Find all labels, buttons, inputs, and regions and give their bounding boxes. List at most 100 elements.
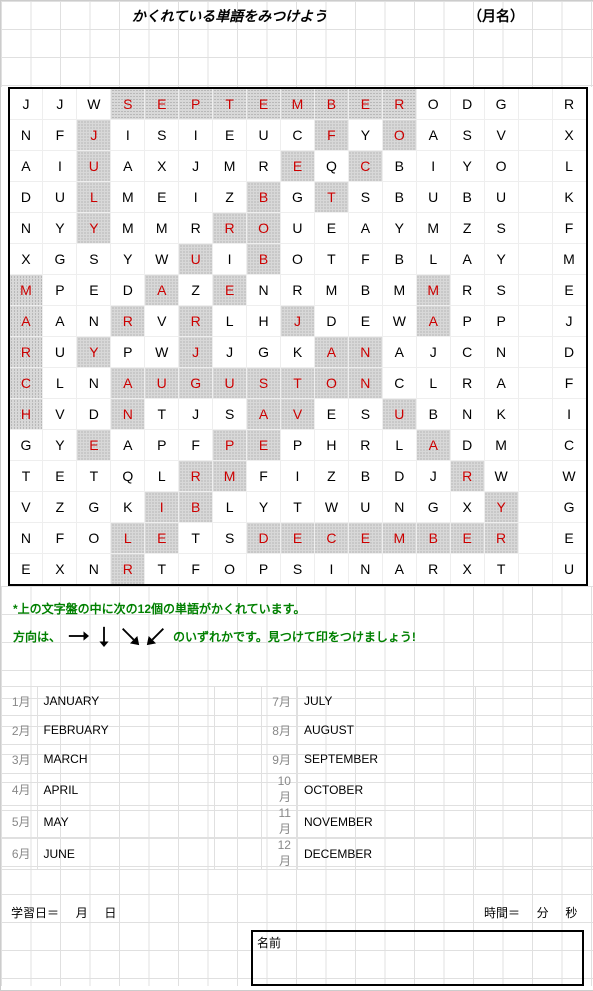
grid-cell: F xyxy=(179,430,213,461)
grid-cell: Y xyxy=(348,120,382,151)
grid-cell: C xyxy=(314,523,348,554)
grid-cell: L xyxy=(552,151,586,182)
grid-cell: Z xyxy=(43,492,77,523)
grid-cell: M xyxy=(484,430,518,461)
month-row: 4月APRIL10月OCTOBER xyxy=(2,774,593,806)
grid-cell: R xyxy=(179,461,213,492)
grid-cell: R xyxy=(213,213,247,244)
grid-cell: X xyxy=(9,244,43,275)
grid-cell: O xyxy=(213,554,247,586)
grid-cell: B xyxy=(348,275,382,306)
grid-cell: I xyxy=(552,399,586,430)
grid-cell: R xyxy=(179,306,213,337)
grid-cell: D xyxy=(450,430,484,461)
grid-cell xyxy=(518,461,552,492)
grid-cell: U xyxy=(552,554,586,586)
grid-cell: F xyxy=(247,461,281,492)
grid-cell: R xyxy=(348,430,382,461)
grid-cell: E xyxy=(213,275,247,306)
grid-cell: Y xyxy=(484,492,518,523)
arrow-right-icon xyxy=(67,625,89,647)
grid-cell xyxy=(518,213,552,244)
grid-cell: C xyxy=(281,120,315,151)
grid-cell: T xyxy=(145,554,179,586)
grid-cell xyxy=(518,151,552,182)
grid-cell: G xyxy=(247,337,281,368)
footer-row: 学習日＝ 月 日 時間＝ 分 秒 xyxy=(1,898,593,926)
grid-cell: O xyxy=(382,120,416,151)
grid-cell: I xyxy=(179,120,213,151)
grid-cell: J xyxy=(179,151,213,182)
grid-cell: E xyxy=(247,430,281,461)
grid-cell: S xyxy=(450,120,484,151)
grid-cell: B xyxy=(247,182,281,213)
time-label: 時間＝ xyxy=(484,906,520,920)
grid-cell: V xyxy=(145,306,179,337)
grid-cell: E xyxy=(77,430,111,461)
grid-cell: Z xyxy=(179,275,213,306)
grid-cell: M xyxy=(9,275,43,306)
grid-cell: H xyxy=(247,306,281,337)
grid-cell: Y xyxy=(382,213,416,244)
grid-cell: D xyxy=(382,461,416,492)
grid-cell: R xyxy=(450,461,484,492)
grid-cell: X xyxy=(43,554,77,586)
grid-cell: T xyxy=(77,461,111,492)
grid-cell: V xyxy=(9,492,43,523)
grid-cell: Y xyxy=(77,213,111,244)
grid-cell: A xyxy=(382,337,416,368)
grid-cell: A xyxy=(348,213,382,244)
grid-cell: R xyxy=(111,306,145,337)
grid-cell: U xyxy=(77,151,111,182)
grid-cell: O xyxy=(77,523,111,554)
grid-cell: E xyxy=(145,88,179,120)
grid-cell: J xyxy=(281,306,315,337)
grid-cell: A xyxy=(111,151,145,182)
grid-cell: F xyxy=(43,523,77,554)
grid-cell: K xyxy=(111,492,145,523)
grid-cell: B xyxy=(450,182,484,213)
grid-cell: O xyxy=(484,151,518,182)
grid-cell: I xyxy=(179,182,213,213)
grid-cell: L xyxy=(382,430,416,461)
grid-cell: Q xyxy=(314,151,348,182)
grid-cell: P xyxy=(484,306,518,337)
grid-cell: N xyxy=(247,275,281,306)
grid-cell: E xyxy=(552,523,586,554)
grid-cell: P xyxy=(145,430,179,461)
grid-cell: A xyxy=(9,306,43,337)
grid-cell: S xyxy=(247,368,281,399)
grid-cell: V xyxy=(281,399,315,430)
grid-cell: V xyxy=(43,399,77,430)
note-line-1: *上の文字盤の中に次の12個の単語がかくれています。 xyxy=(13,594,582,622)
grid-cell: S xyxy=(145,120,179,151)
grid-cell: G xyxy=(484,88,518,120)
grid-cell: C xyxy=(9,368,43,399)
grid-cell: C xyxy=(450,337,484,368)
grid-cell: A xyxy=(43,306,77,337)
grid-cell: I xyxy=(416,151,450,182)
grid-cell: L xyxy=(111,523,145,554)
grid-cell: L xyxy=(77,182,111,213)
grid-cell: T xyxy=(314,244,348,275)
grid-cell: H xyxy=(9,399,43,430)
grid-cell: A xyxy=(145,275,179,306)
grid-cell: M xyxy=(382,523,416,554)
grid-cell: P xyxy=(111,337,145,368)
grid-cell: X xyxy=(450,554,484,586)
grid-cell: G xyxy=(77,492,111,523)
grid-cell: F xyxy=(552,368,586,399)
grid-cell: E xyxy=(77,275,111,306)
grid-cell: G xyxy=(281,182,315,213)
name-box[interactable]: 名前 xyxy=(251,930,584,986)
grid-cell: F xyxy=(179,554,213,586)
grid-cell: J xyxy=(77,120,111,151)
grid-cell: C xyxy=(382,368,416,399)
grid-cell: Y xyxy=(43,213,77,244)
grid-cell: A xyxy=(247,399,281,430)
grid-cell: Y xyxy=(247,492,281,523)
grid-cell: I xyxy=(43,151,77,182)
grid-cell: U xyxy=(348,492,382,523)
grid-cell: O xyxy=(314,368,348,399)
grid-cell: E xyxy=(145,182,179,213)
